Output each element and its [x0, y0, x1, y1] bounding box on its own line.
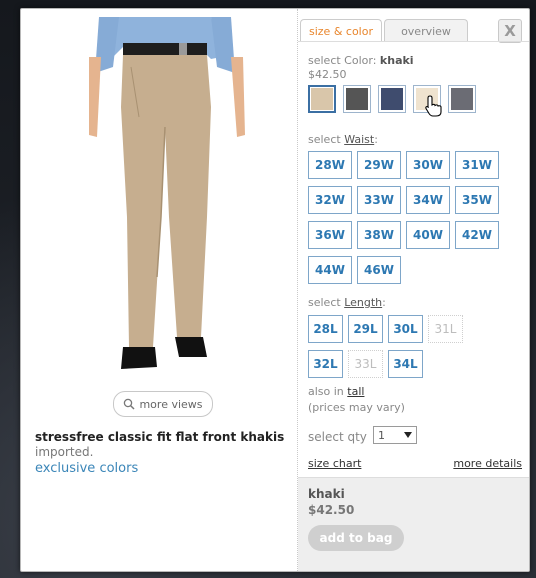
- waist-size-button[interactable]: 29W: [357, 151, 401, 179]
- length-size-button[interactable]: 30L: [388, 315, 423, 343]
- length-label-word: Length: [344, 296, 383, 309]
- product-name: stressfree classic fit flat front khakis: [35, 430, 285, 444]
- length-size-button: 31L: [428, 315, 463, 343]
- length-label-prefix: select: [308, 296, 341, 309]
- bag-color-name: khaki: [308, 487, 345, 501]
- waist-size-grid: 28W 29W 30W 31W 32W 33W 34W 35W 36W 38W 40W 42W 44W 4…: [308, 151, 499, 284]
- product-photo: [89, 17, 245, 369]
- length-size-button[interactable]: 29L: [348, 315, 383, 343]
- length-size-button: 33L: [348, 350, 383, 378]
- close-button[interactable]: X: [498, 19, 522, 43]
- product-subtitle: imported.: [35, 445, 94, 459]
- also-in-prefix: also in: [308, 385, 344, 398]
- qty-select[interactable]: 1: [373, 426, 417, 444]
- color-swatch-charcoal[interactable]: [343, 85, 371, 113]
- tab-overview[interactable]: overview: [384, 19, 468, 42]
- add-to-bag-panel: khaki $42.50 add to bag: [298, 477, 529, 571]
- tall-link[interactable]: tall: [347, 385, 364, 398]
- waist-size-button[interactable]: 44W: [308, 256, 352, 284]
- waist-size-button[interactable]: 42W: [455, 221, 499, 249]
- waist-size-button[interactable]: 36W: [308, 221, 352, 249]
- magnifier-icon: [124, 398, 135, 410]
- color-label-text: select Color:: [308, 54, 377, 67]
- color-swatch-khaki[interactable]: [308, 85, 336, 113]
- swatch-fill: [346, 88, 368, 110]
- swatch-fill: [311, 88, 333, 110]
- more-views-button[interactable]: more views: [113, 391, 213, 417]
- waist-size-button[interactable]: 34W: [406, 186, 450, 214]
- waist-size-button[interactable]: 30W: [406, 151, 450, 179]
- more-views-label: more views: [139, 397, 203, 411]
- waist-label-suffix: :: [374, 133, 378, 146]
- price-label: $42.50: [308, 68, 347, 81]
- quick-view-modal: more views stressfree classic fit flat f…: [20, 8, 530, 572]
- length-label: select Length:: [308, 296, 386, 309]
- qty-label: select qty: [308, 430, 367, 444]
- options-column: size & color overview X select Color: kh…: [297, 9, 529, 571]
- add-to-bag-button[interactable]: add to bag: [308, 525, 404, 551]
- waist-size-button[interactable]: 40W: [406, 221, 450, 249]
- color-swatch-grey[interactable]: [448, 85, 476, 113]
- chevron-down-icon: [404, 432, 412, 438]
- color-swatch-navy[interactable]: [378, 85, 406, 113]
- bag-price: $42.50: [308, 503, 355, 517]
- waist-label-word: Waist: [344, 133, 375, 146]
- close-icon: X: [504, 22, 516, 40]
- length-size-grid: 28L 29L 30L 31L 32L 33L 34L: [308, 315, 463, 378]
- prices-note: (prices may vary): [308, 401, 405, 414]
- length-size-button[interactable]: 32L: [308, 350, 343, 378]
- more-details-link[interactable]: more details: [453, 457, 522, 470]
- waist-size-button[interactable]: 33W: [357, 186, 401, 214]
- color-label: select Color: khaki: [308, 54, 414, 67]
- size-chart-link[interactable]: size chart: [308, 457, 361, 470]
- also-in-note: also in tall (prices may vary): [308, 384, 405, 416]
- waist-size-button[interactable]: 35W: [455, 186, 499, 214]
- waist-size-button[interactable]: 38W: [357, 221, 401, 249]
- waist-size-button[interactable]: 46W: [357, 256, 401, 284]
- selected-color-name: khaki: [379, 54, 414, 67]
- hand-cursor-icon: [425, 95, 442, 117]
- waist-label: select Waist:: [308, 133, 378, 146]
- length-size-button[interactable]: 34L: [388, 350, 423, 378]
- waist-size-button[interactable]: 31W: [455, 151, 499, 179]
- length-size-button[interactable]: 28L: [308, 315, 343, 343]
- swatch-fill: [381, 88, 403, 110]
- waist-size-button[interactable]: 32W: [308, 186, 352, 214]
- waist-label-prefix: select: [308, 133, 341, 146]
- waist-size-button[interactable]: 28W: [308, 151, 352, 179]
- color-swatches: [308, 85, 476, 113]
- length-label-suffix: :: [382, 296, 386, 309]
- exclusive-colors-link[interactable]: exclusive colors: [35, 461, 138, 476]
- qty-value: 1: [378, 428, 385, 442]
- product-image-column: more views stressfree classic fit flat f…: [21, 9, 297, 571]
- tab-divider: [298, 41, 529, 42]
- tab-size-color[interactable]: size & color: [300, 19, 382, 42]
- swatch-fill: [451, 88, 473, 110]
